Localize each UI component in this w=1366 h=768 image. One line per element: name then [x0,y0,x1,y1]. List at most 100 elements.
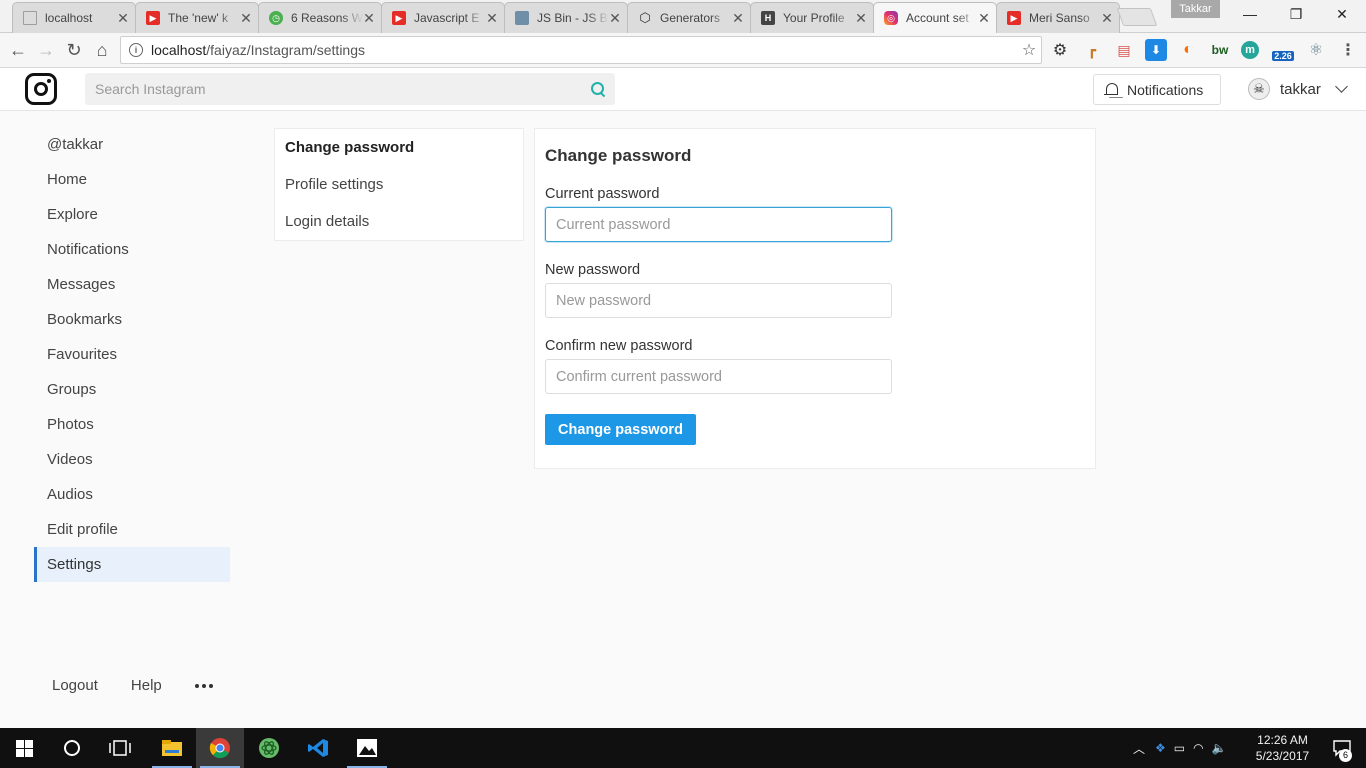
sidebar-item-notifications[interactable]: Notifications [34,232,230,267]
sidebar-item-videos[interactable]: Videos [34,442,230,477]
new-password-label: New password [545,262,641,278]
atom-icon[interactable] [245,728,293,768]
settings-nav-profile-settings[interactable]: Profile settings [275,172,523,209]
new-password-input[interactable] [545,283,892,318]
browser-tab-title: Account set [906,11,969,25]
instagram-logo-icon[interactable] [25,73,57,105]
chrome-menu-icon[interactable]: ⋮ [1337,39,1359,61]
browser-profile-name[interactable]: Takkar [1171,0,1220,18]
close-window-icon[interactable]: ✕ [1319,0,1365,28]
browser-tab[interactable]: ◷ 6 Reasons W ✕ [258,2,382,33]
ruler-extension-icon[interactable]: ┏ [1081,39,1103,61]
chevron-up-icon[interactable]: ︿ [1133,740,1145,757]
change-password-button[interactable]: Change password [545,414,696,445]
bw-extension-icon[interactable]: bw [1209,39,1231,61]
reload-icon[interactable]: ↻ [62,38,86,62]
confirm-password-input[interactable] [545,359,892,394]
react-extension-icon[interactable]: ⚛ [1305,39,1327,61]
sidebar-item-profile[interactable]: @takkar [34,127,230,162]
new-tab-button[interactable] [1116,8,1158,26]
system-tray: ︿ ❖ ▭ ◠ 🔈 [1133,728,1227,768]
close-tab-icon[interactable]: ✕ [1101,11,1113,25]
orb-extension-icon[interactable]: ◐ [1177,39,1199,61]
sidebar-item-home[interactable]: Home [34,162,230,197]
sidebar-item-messages[interactable]: Messages [34,267,230,302]
clock-icon: ◷ [269,11,283,25]
browser-tab[interactable]: JS Bin - JS B ✕ [504,2,628,33]
url-path: /faiyaz/Instagram/settings [206,42,366,58]
search-icon[interactable] [591,82,605,96]
close-tab-icon[interactable]: ✕ [609,11,621,25]
settings-nav-change-password[interactable]: Change password [275,135,523,172]
browser-tab[interactable]: localhost ✕ [12,2,136,33]
current-password-input[interactable] [545,207,892,242]
search-box [85,73,615,105]
photos-icon[interactable] [343,728,391,768]
browser-tab[interactable]: ▶ Javascript E ✕ [381,2,505,33]
h-icon: H [761,11,775,25]
sidebar-item-favourites[interactable]: Favourites [34,337,230,372]
more-icon[interactable] [194,683,213,688]
sidebar-item-bookmarks[interactable]: Bookmarks [34,302,230,337]
dropbox-icon[interactable]: ❖ [1155,741,1166,755]
browser-tab-title: Your Profile [783,11,845,25]
change-password-card: Change password Current password New pas… [534,128,1096,469]
page-icon [23,11,37,25]
close-tab-icon[interactable]: ✕ [363,11,375,25]
task-view-icon[interactable] [96,728,144,768]
sidebar-item-photos[interactable]: Photos [34,407,230,442]
home-icon[interactable]: ⌂ [90,38,114,62]
sidebar-item-explore[interactable]: Explore [34,197,230,232]
cortana-icon[interactable] [48,728,96,768]
jsbin-icon [515,11,529,25]
user-menu[interactable]: ☠ takkar [1248,76,1348,102]
browser-tab[interactable]: ⬡ Generators ✕ [627,2,751,33]
browser-tab[interactable]: ▶ The 'new' k ✕ [135,2,259,33]
browser-tab[interactable]: ▶ Meri Sanso ✕ [996,2,1120,33]
file-explorer-icon[interactable] [148,728,196,768]
sidebar-item-settings[interactable]: Settings [34,547,230,582]
m-extension-icon[interactable]: m [1241,41,1259,59]
gear-extension-icon[interactable]: ⚙ [1049,39,1071,61]
close-tab-icon[interactable]: ✕ [855,11,867,25]
close-tab-icon[interactable]: ✕ [732,11,744,25]
wifi-icon[interactable]: ◠ [1193,741,1203,755]
help-link[interactable]: Help [131,677,162,694]
confirm-password-group: Confirm new password [545,338,1085,394]
instagram-icon: ◎ [884,11,898,25]
browser-tab-title: JS Bin - JS B [537,11,608,25]
search-input[interactable] [95,81,591,97]
sidebar-item-audios[interactable]: Audios [34,477,230,512]
windows-start-icon[interactable] [0,728,48,768]
clock-time: 12:26 AM [1257,733,1308,747]
sidebar-item-edit-profile[interactable]: Edit profile [34,512,230,547]
close-tab-icon[interactable]: ✕ [240,11,252,25]
back-icon[interactable]: ← [6,38,30,62]
browser-tab-active[interactable]: ◎ Account set ✕ [873,2,997,33]
confirm-password-label: Confirm new password [545,338,693,354]
close-tab-icon[interactable]: ✕ [117,11,129,25]
action-center-icon[interactable]: 6 [1318,728,1366,768]
settings-nav-login-details[interactable]: Login details [275,209,523,246]
chrome-taskbar-icon[interactable] [196,728,244,768]
battery-icon[interactable]: ▭ [1174,741,1185,755]
vscode-icon[interactable] [294,728,342,768]
logout-link[interactable]: Logout [52,677,98,694]
speed-extension-icon[interactable]: 2.26 [1272,39,1294,61]
restore-icon[interactable]: ❐ [1273,0,1319,28]
address-bar[interactable]: i localhost/faiyaz/Instagram/settings ☆ [120,36,1042,64]
window-extension-icon[interactable]: ▤ [1113,39,1135,61]
bookmark-star-icon[interactable]: ☆ [1017,40,1041,60]
browser-tab-title: Meri Sanso [1029,11,1090,25]
notifications-button[interactable]: Notifications [1093,74,1221,105]
sidebar-item-groups[interactable]: Groups [34,372,230,407]
clock[interactable]: 12:26 AM 5/23/2017 [1245,732,1320,764]
close-tab-icon[interactable]: ✕ [486,11,498,25]
download-extension-icon[interactable]: ⬇ [1145,39,1167,61]
info-icon[interactable]: i [129,43,143,57]
forward-icon[interactable]: → [34,38,58,62]
close-tab-icon[interactable]: ✕ [978,11,990,25]
browser-tab[interactable]: H Your Profile ✕ [750,2,874,33]
minimize-icon[interactable]: — [1227,0,1273,28]
volume-icon[interactable]: 🔈 [1212,741,1227,755]
